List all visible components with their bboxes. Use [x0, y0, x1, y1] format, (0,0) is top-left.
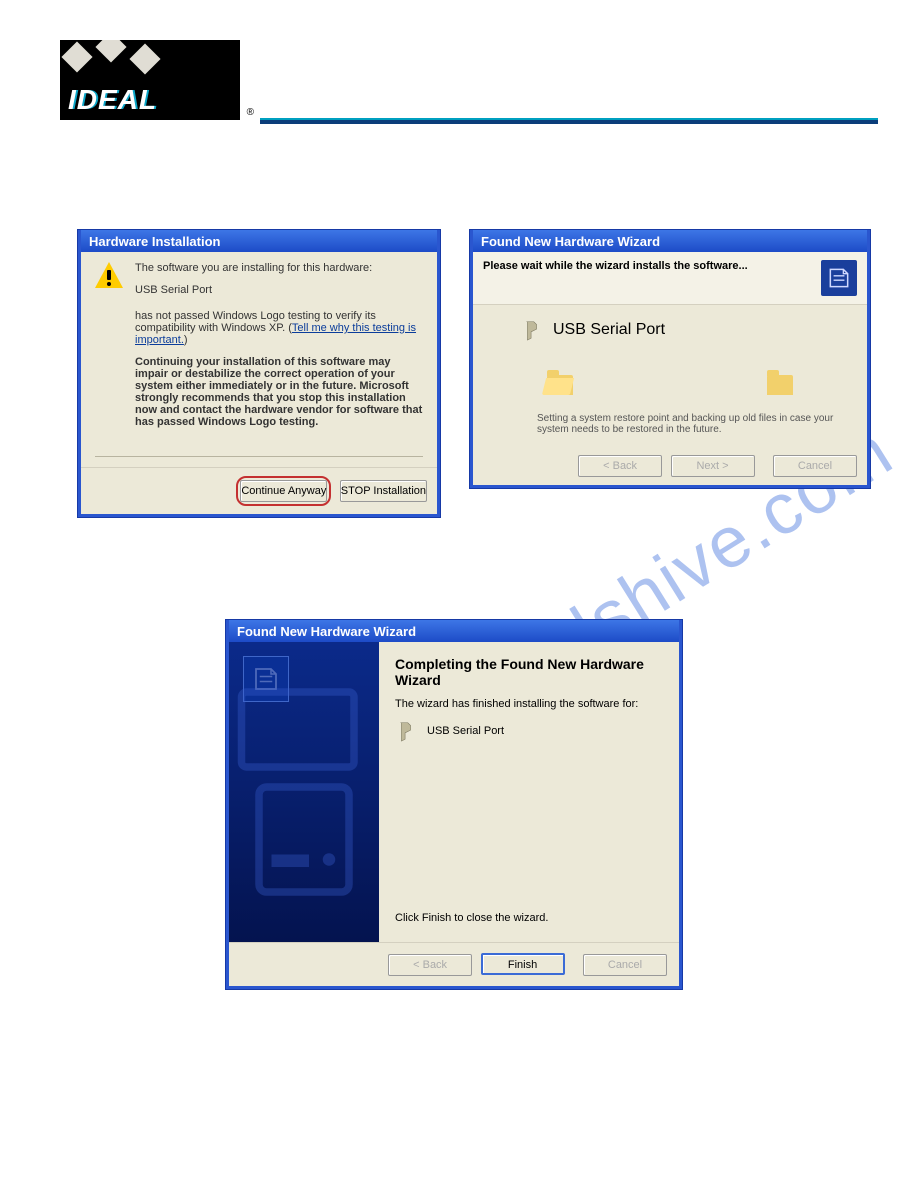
restore-point-message: Setting a system restore point and backi…	[537, 413, 849, 435]
next-button: Next >	[671, 455, 755, 477]
dialog-title: Hardware Installation	[81, 230, 437, 252]
stop-installation-button[interactable]: STOP Installation	[340, 480, 427, 502]
installing-wizard-dialog: Found New Hardware Wizard Please wait wh…	[470, 230, 870, 488]
logo-test-end: )	[184, 334, 188, 346]
dialog-title: Found New Hardware Wizard	[229, 620, 679, 642]
wizard-hardware-icon	[821, 260, 857, 296]
ideal-logo: IDEAL ®	[60, 40, 240, 120]
document-header: IDEAL ®	[60, 40, 878, 130]
dialog-button-row: < Back Finish Cancel	[229, 942, 679, 986]
cancel-button: Cancel	[773, 455, 857, 477]
continue-anyway-button[interactable]: Continue Anyway	[240, 480, 327, 502]
serial-port-icon	[395, 720, 417, 742]
close-wizard-message: Click Finish to close the wizard.	[395, 912, 663, 924]
device-name: USB Serial Port	[135, 284, 423, 296]
intro-text: The software you are installing for this…	[135, 262, 423, 274]
wizard-side-graphic	[229, 642, 379, 942]
wizard-heading: Completing the Found New Hardware Wizard	[395, 656, 663, 688]
logo-text: IDEAL	[68, 84, 157, 116]
back-button: < Back	[388, 954, 472, 976]
completing-wizard-dialog: Found New Hardware Wizard Completing the…	[226, 620, 682, 989]
dialog-title: Found New Hardware Wizard	[473, 230, 867, 252]
back-button: < Back	[578, 455, 662, 477]
logo-test-paragraph: has not passed Windows Logo testing to v…	[135, 310, 423, 346]
serial-port-icon	[521, 319, 543, 341]
dialog-button-row: < Back Next > Cancel	[473, 447, 867, 485]
warning-icon	[95, 262, 123, 288]
device-name: USB Serial Port	[553, 321, 665, 339]
wizard-heading: Please wait while the wizard installs th…	[483, 260, 748, 272]
device-name: USB Serial Port	[427, 725, 504, 737]
dialog-button-row: Continue Anyway STOP Installation	[81, 467, 437, 514]
registered-symbol: ®	[247, 107, 254, 118]
warning-paragraph: Continuing your installation of this sof…	[135, 356, 423, 428]
header-divider	[260, 118, 878, 124]
source-folder-icon	[547, 375, 573, 395]
completion-paragraph: The wizard has finished installing the s…	[395, 698, 663, 710]
highlight-ring: Continue Anyway	[236, 476, 331, 506]
hardware-installation-dialog: Hardware Installation The software you a…	[78, 230, 440, 517]
dest-folder-icon	[767, 375, 793, 395]
cancel-button: Cancel	[583, 954, 667, 976]
finish-button[interactable]: Finish	[481, 953, 565, 975]
